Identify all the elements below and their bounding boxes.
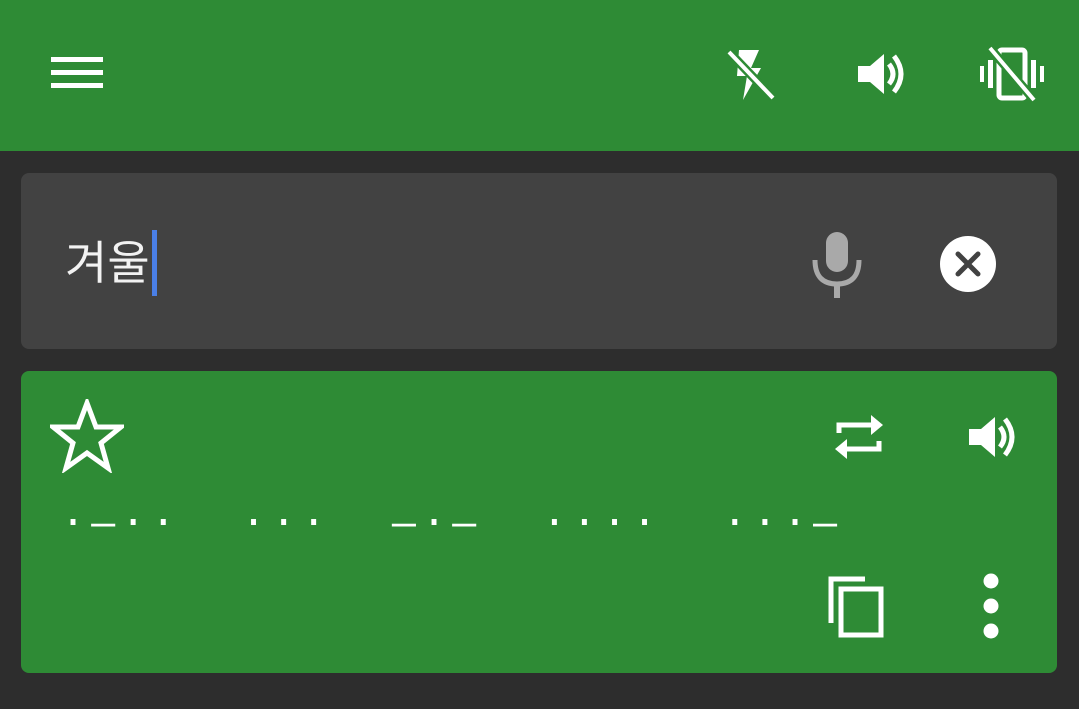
vibration-off-icon [980,45,1044,103]
output-card: ·–·· ··· –·– ···· ···– [21,371,1057,673]
mic-icon [812,232,862,298]
input-card: 겨울 [21,173,1057,349]
favorite-button[interactable] [50,399,124,473]
voice-input-button[interactable] [807,229,867,301]
copy-icon [828,576,884,638]
volume-up-icon [969,417,1015,457]
flash-toggle-button[interactable] [717,42,781,106]
copy-button[interactable] [823,573,889,639]
volume-up-icon [858,54,904,94]
menu-icon [51,57,103,88]
text-cursor [151,230,157,296]
input-value: 겨울 [65,236,150,290]
vibration-toggle-button[interactable] [980,42,1044,106]
repeat-button[interactable] [827,405,891,469]
play-morse-button[interactable] [959,405,1023,469]
text-input[interactable]: 겨울 [65,230,157,296]
repeat-icon [835,415,883,459]
menu-button[interactable] [44,40,108,104]
flash-off-icon [725,48,777,102]
more-vert-icon [983,573,999,639]
clear-circle-icon [940,236,996,292]
app-bar [0,0,1079,151]
morse-output: ·–·· ··· –·– ···· ···– [61,508,844,538]
more-options-button[interactable] [965,571,1017,641]
star-outline-icon [50,399,124,473]
clear-input-button[interactable] [938,234,998,294]
sound-toggle-button[interactable] [848,42,912,106]
